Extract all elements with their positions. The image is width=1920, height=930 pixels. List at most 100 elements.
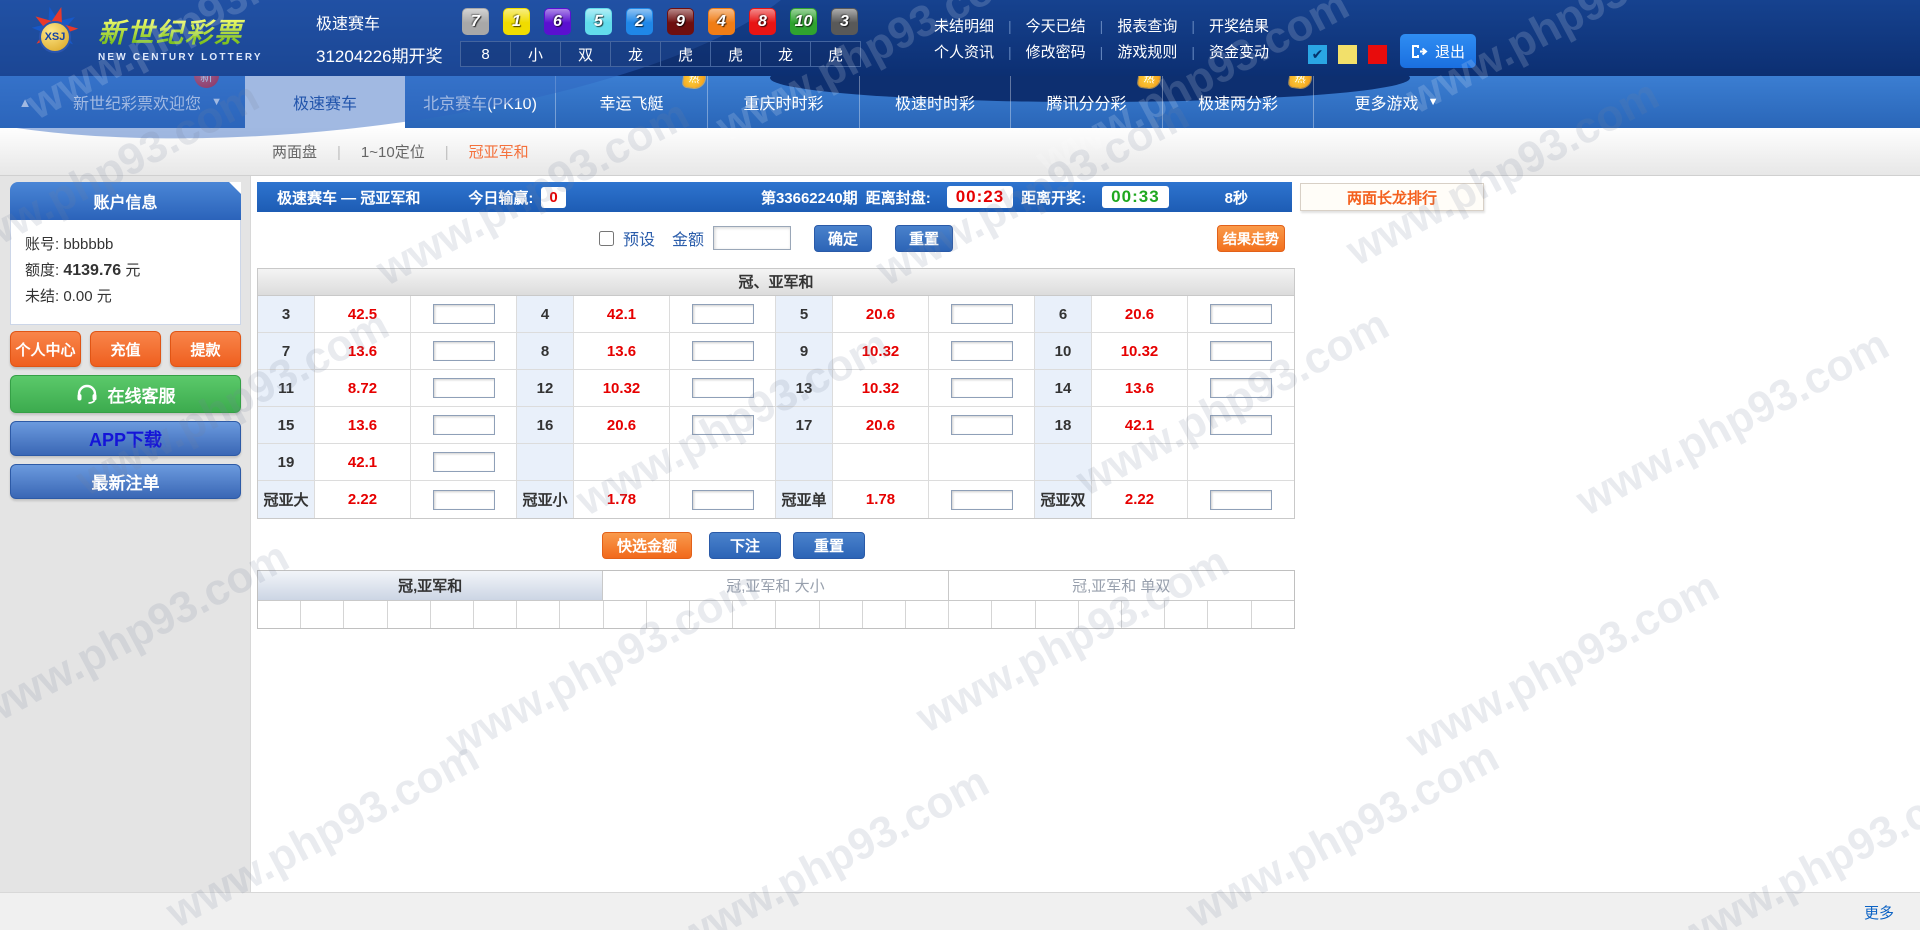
bet-amount-input[interactable] bbox=[951, 490, 1013, 510]
odds-group-label: 冠亚小 bbox=[517, 481, 574, 518]
bet-input-cell bbox=[929, 370, 1035, 406]
bet-amount-input[interactable] bbox=[433, 490, 495, 510]
bet-input-cell bbox=[929, 444, 1035, 480]
odds-value: 8.72 bbox=[315, 370, 411, 406]
bet-amount-input[interactable] bbox=[692, 378, 754, 398]
logout-label: 退出 bbox=[1435, 41, 1465, 62]
odds-group-label: 13 bbox=[776, 370, 833, 406]
ball-number: 2 bbox=[635, 13, 644, 31]
header-link[interactable]: 资金变动 bbox=[1177, 41, 1269, 62]
header-link[interactable]: 开奖结果 bbox=[1177, 15, 1269, 36]
sidebar-quick-button[interactable]: 充值 bbox=[90, 331, 161, 367]
tab-8[interactable]: 更多游戏▼ bbox=[1313, 76, 1479, 128]
ball-number: 7 bbox=[471, 13, 480, 31]
bet-amount-input[interactable] bbox=[1210, 341, 1272, 361]
header-link[interactable]: 游戏规则 bbox=[1086, 41, 1178, 62]
bet-amount-input[interactable] bbox=[433, 304, 495, 324]
subnav-item[interactable]: 两面盘 bbox=[272, 141, 317, 162]
amount-label: 金额 bbox=[672, 226, 704, 250]
tab-6[interactable]: 腾讯分分彩热 bbox=[1010, 76, 1162, 128]
bet-amount-input[interactable] bbox=[1210, 415, 1272, 435]
results-empty-cell bbox=[258, 601, 301, 628]
bet-amount-input[interactable] bbox=[951, 341, 1013, 361]
online-service-button[interactable]: 在线客服 bbox=[10, 375, 241, 413]
odds-table-row: 342.5442.1520.6620.6 bbox=[258, 296, 1294, 333]
odds-group-label: 10 bbox=[1035, 333, 1092, 369]
odds-value: 13.6 bbox=[1092, 370, 1188, 406]
ball-number: 1 bbox=[512, 13, 521, 31]
theme-swatch-blue[interactable]: ✔ bbox=[1308, 45, 1327, 64]
reset-button[interactable]: 重置 bbox=[895, 225, 953, 252]
odds-value bbox=[574, 444, 670, 480]
results-empty-cell bbox=[690, 601, 733, 628]
theme-swatch-yellow[interactable] bbox=[1338, 45, 1357, 64]
bet-input-cell bbox=[929, 481, 1035, 518]
lottery-ball: 3 bbox=[831, 8, 858, 35]
ball-number: 6 bbox=[553, 13, 562, 31]
bet-amount-input[interactable] bbox=[433, 341, 495, 361]
header-link[interactable]: 未结明细 bbox=[934, 15, 994, 36]
result-trend-button[interactable]: 结果走势 bbox=[1217, 225, 1285, 252]
header-link[interactable]: 个人资讯 bbox=[934, 41, 994, 62]
result-attribute-cell: 虎 bbox=[810, 41, 861, 67]
app-download-button[interactable]: APP下载 bbox=[10, 421, 241, 456]
sidebar-quick-button[interactable]: 个人中心 bbox=[10, 331, 81, 367]
odds-group-label: 15 bbox=[258, 407, 315, 443]
more-link[interactable]: 更多 bbox=[1864, 902, 1894, 923]
tab-7[interactable]: 极速两分彩热 bbox=[1162, 76, 1313, 128]
bet-amount-input[interactable] bbox=[951, 378, 1013, 398]
bet-input-cell bbox=[411, 333, 517, 369]
odds-table-row: 118.721210.321310.321413.6 bbox=[258, 370, 1294, 407]
odds-group-label: 6 bbox=[1035, 296, 1092, 332]
tab-label: 幸运飞艇 bbox=[599, 90, 663, 114]
bet-amount-input[interactable] bbox=[433, 378, 495, 398]
odds-group-label: 18 bbox=[1035, 407, 1092, 443]
balance-line: 额度: 4139.76 元 bbox=[25, 258, 226, 284]
tab-5[interactable]: 极速时时彩 bbox=[859, 76, 1010, 128]
odds-value bbox=[1092, 444, 1188, 480]
bet-amount-input[interactable] bbox=[692, 490, 754, 510]
results-empty-cell bbox=[647, 601, 690, 628]
quick-amount-button[interactable]: 快选金额 bbox=[602, 532, 692, 559]
logo-subtitle: NEW CENTURY LOTTERY bbox=[98, 52, 263, 63]
bet-amount-input[interactable] bbox=[951, 415, 1013, 435]
today-winloss-value: 0 bbox=[541, 187, 565, 208]
results-empty-cell bbox=[1252, 601, 1294, 628]
preset-amount-input[interactable] bbox=[713, 226, 791, 250]
odds-value: 2.22 bbox=[315, 481, 411, 518]
bet-amount-input[interactable] bbox=[1210, 378, 1272, 398]
logo-badge: XSJ bbox=[39, 21, 71, 53]
odds-table-row: 冠亚大2.22冠亚小1.78冠亚单1.78冠亚双2.22 bbox=[258, 481, 1294, 518]
confirm-button[interactable]: 确定 bbox=[814, 225, 872, 252]
bet-amount-input[interactable] bbox=[692, 341, 754, 361]
sidebar-quick-button[interactable]: 提款 bbox=[170, 331, 241, 367]
odds-group-label: 12 bbox=[517, 370, 574, 406]
header-links-row1: 未结明细今天已结报表查询开奖结果 bbox=[934, 12, 1269, 38]
theme-swatch-red[interactable] bbox=[1368, 45, 1387, 64]
results-header-cell: 冠,亚军和 bbox=[258, 571, 603, 600]
logout-button[interactable]: 退出 bbox=[1400, 34, 1476, 68]
header-link[interactable]: 报表查询 bbox=[1086, 15, 1178, 36]
place-bet-button[interactable]: 下注 bbox=[709, 532, 781, 559]
preset-checkbox[interactable] bbox=[599, 231, 614, 246]
bet-amount-input[interactable] bbox=[1210, 490, 1272, 510]
bet-amount-input[interactable] bbox=[433, 415, 495, 435]
header-link[interactable]: 今天已结 bbox=[994, 15, 1086, 36]
odds-value: 1.78 bbox=[833, 481, 929, 518]
reset-bets-button[interactable]: 重置 bbox=[793, 532, 865, 559]
bet-amount-input[interactable] bbox=[692, 415, 754, 435]
subnav-item[interactable]: 1~10定位 bbox=[317, 141, 425, 162]
bet-amount-input[interactable] bbox=[951, 304, 1013, 324]
header-link[interactable]: 修改密码 bbox=[994, 41, 1086, 62]
tab-4[interactable]: 重庆时时彩 bbox=[707, 76, 859, 128]
bet-amount-input[interactable] bbox=[1210, 304, 1272, 324]
latest-orders-button[interactable]: 最新注单 bbox=[10, 464, 241, 499]
site-logo: ★ ★ XSJ 新世纪彩票 NEW CENTURY LOTTERY bbox=[22, 4, 263, 70]
bet-amount-input[interactable] bbox=[433, 452, 495, 472]
bet-input-cell bbox=[670, 333, 776, 369]
bet-amount-input[interactable] bbox=[692, 304, 754, 324]
two-sided-rank-button[interactable]: 两面长龙排行 bbox=[1300, 183, 1484, 211]
subnav-item[interactable]: 冠亚军和 bbox=[425, 141, 529, 162]
odds-group-label: 19 bbox=[258, 444, 315, 480]
lottery-ball: 6 bbox=[544, 8, 571, 35]
